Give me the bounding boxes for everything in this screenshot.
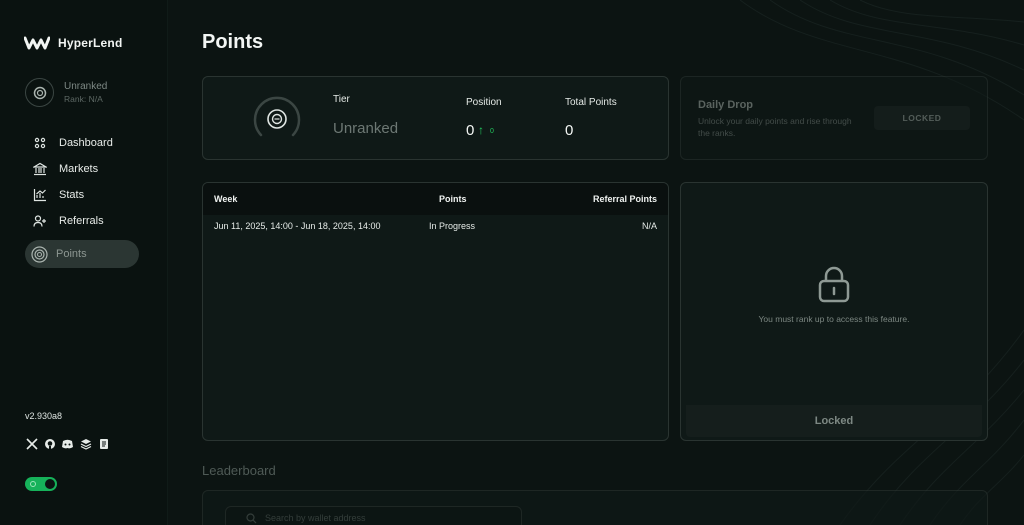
total-points-label: Total Points <box>565 97 617 108</box>
sidebar-item-markets[interactable]: Markets <box>25 156 139 182</box>
sidebar-item-dashboard[interactable]: Dashboard <box>25 130 139 156</box>
column-referral-points: Referral Points <box>592 194 657 204</box>
position-change: 0 <box>490 128 494 135</box>
cell-referral-points: N/A <box>641 221 657 231</box>
user-tier: Unranked <box>64 81 108 92</box>
leaderboard-card <box>202 490 988 525</box>
tier-label: Tier <box>333 94 350 105</box>
rank-badge-icon <box>30 245 48 263</box>
arrow-up-icon: ↑ <box>478 123 484 137</box>
table-header: Week Points Referral Points <box>203 183 668 215</box>
table-row: Jun 11, 2025, 14:00 - Jun 18, 2025, 14:0… <box>203 215 668 237</box>
app-version: v2.930a8 <box>25 411 63 421</box>
social-links <box>25 437 110 450</box>
sidebar-item-points[interactable]: Points <box>25 240 139 268</box>
column-points: Points <box>439 194 467 204</box>
daily-drop-subtitle: Unlock your daily points and rise throug… <box>698 116 852 138</box>
position-label: Position <box>466 97 502 108</box>
user-rank-text: Rank: N/A <box>64 94 103 104</box>
locked-button[interactable]: Locked <box>686 405 982 437</box>
chart-icon <box>32 188 47 203</box>
locked-message: You must rank up to access this feature. <box>758 314 910 324</box>
book-icon[interactable] <box>97 437 110 450</box>
locked-feature-card: You must rank up to access this feature.… <box>680 182 988 441</box>
app-name: HyperLend <box>58 36 123 50</box>
leaderboard-title: Leaderboard <box>202 463 276 478</box>
sidebar-item-label: Points <box>56 248 87 260</box>
sidebar-item-label: Dashboard <box>59 137 113 149</box>
wallet-search-input[interactable] <box>265 513 495 523</box>
column-week: Week <box>214 194 238 204</box>
toggle-knob <box>45 479 55 489</box>
sidebar-item-label: Referrals <box>59 215 104 227</box>
add-user-icon <box>32 214 47 229</box>
stack-icon[interactable] <box>79 437 92 450</box>
hyperlend-logo-icon <box>24 36 50 50</box>
rank-badge-icon <box>25 78 54 107</box>
logo[interactable]: HyperLend <box>24 36 122 50</box>
sidebar-item-label: Stats <box>59 189 85 201</box>
daily-drop-locked-button[interactable]: LOCKED <box>874 106 970 130</box>
user-rank: Unranked Rank: N/A <box>25 78 107 107</box>
search-icon <box>246 512 257 523</box>
theme-icon <box>30 481 36 487</box>
total-points-value: 0 <box>565 122 574 139</box>
weekly-points-table: Week Points Referral Points Jun 11, 2025… <box>202 182 669 441</box>
sidebar-nav: Dashboard Markets Stats Referrals Points <box>25 130 139 268</box>
tier-card: Tier Unranked Position 0 ↑ 0 Total Point… <box>202 76 669 160</box>
cell-points: In Progress <box>429 221 476 231</box>
theme-toggle[interactable] <box>25 477 57 491</box>
github-icon[interactable] <box>43 437 56 450</box>
page-title: Points <box>202 31 264 53</box>
rank-progress-ring <box>253 96 301 137</box>
daily-drop-card: Daily Drop Unlock your daily points and … <box>680 76 988 160</box>
sidebar: HyperLend Unranked Rank: N/A Dashboard M… <box>0 0 168 525</box>
tier-value: Unranked <box>333 120 399 137</box>
cell-week: Jun 11, 2025, 14:00 - Jun 18, 2025, 14:0… <box>214 221 381 231</box>
lock-icon <box>818 266 850 303</box>
position-value: 0 <box>466 122 475 139</box>
bank-icon <box>32 162 47 177</box>
sidebar-item-referrals[interactable]: Referrals <box>25 208 139 234</box>
search-box <box>225 506 522 525</box>
sidebar-item-stats[interactable]: Stats <box>25 182 139 208</box>
x-icon[interactable] <box>25 437 38 450</box>
daily-drop-title: Daily Drop <box>698 99 754 111</box>
sidebar-item-label: Markets <box>59 163 99 175</box>
discord-icon[interactable] <box>61 437 74 450</box>
dashboard-icon <box>32 136 47 151</box>
